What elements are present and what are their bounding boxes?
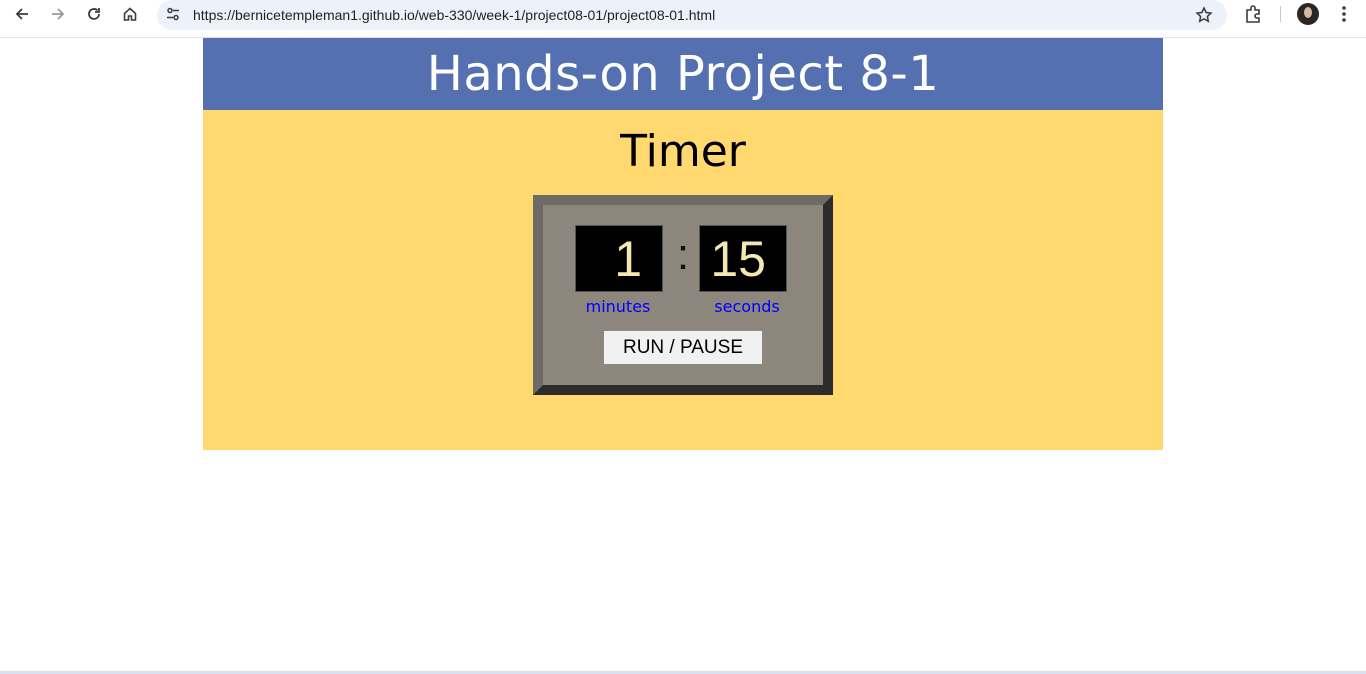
section-title: Timer — [620, 126, 746, 177]
reload-button[interactable] — [79, 3, 109, 25]
tune-icon[interactable] — [165, 6, 181, 22]
reload-icon — [88, 8, 100, 20]
seconds-display: 15 — [699, 225, 787, 292]
minutes-label: minutes — [585, 297, 651, 316]
url-text[interactable]: https://bernicetempleman1.github.io/web-… — [193, 7, 715, 23]
main-section: Timer 1 : 15 minutes seconds RUN / PAUSE — [203, 110, 1163, 450]
minutes-display: 1 — [575, 225, 663, 292]
page-header: Hands-on Project 8-1 — [203, 38, 1163, 110]
back-icon — [15, 8, 28, 20]
run-pause-button[interactable]: RUN / PAUSE — [603, 330, 763, 365]
toolbar-divider — [1280, 6, 1281, 22]
page-title: Hands-on Project 8-1 — [426, 46, 940, 102]
extensions-icon[interactable] — [1243, 4, 1265, 24]
back-button[interactable] — [7, 3, 37, 25]
browser-toolbar: https://bernicetempleman1.github.io/web-… — [0, 0, 1366, 38]
more-menu-icon[interactable] — [1335, 4, 1353, 24]
bookmark-star-icon[interactable] — [1195, 6, 1213, 24]
avatar[interactable] — [1297, 3, 1319, 25]
seconds-label: seconds — [714, 297, 780, 316]
address-bar[interactable]: https://bernicetempleman1.github.io/web-… — [157, 0, 1227, 30]
home-button[interactable] — [115, 3, 145, 25]
forward-icon — [52, 8, 65, 20]
timer-panel: 1 : 15 minutes seconds RUN / PAUSE — [533, 195, 833, 395]
time-separator: : — [676, 230, 690, 279]
avatar-face — [1304, 7, 1312, 18]
home-icon — [123, 7, 137, 21]
forward-button[interactable] — [43, 3, 73, 25]
